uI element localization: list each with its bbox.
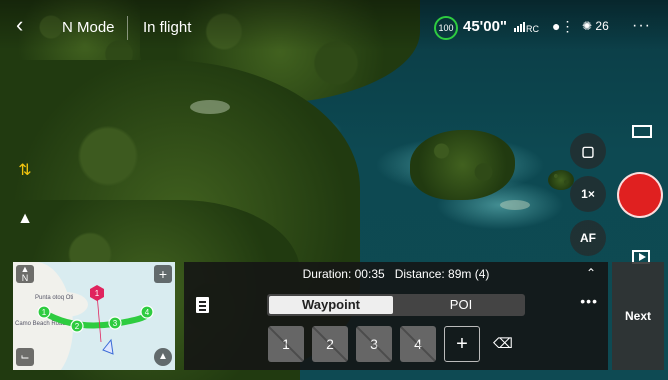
- shoreline: [190, 100, 230, 114]
- vision-sensor-icon[interactable]: ●⋮: [552, 18, 574, 35]
- aircraft-position-icon: [102, 338, 114, 355]
- camera-switch-icon[interactable]: ▢: [570, 133, 606, 169]
- expand-map-icon[interactable]: +: [154, 265, 172, 283]
- back-chevron-icon[interactable]: ‹: [16, 14, 23, 36]
- waypoint-marker-label: 4: [145, 308, 150, 317]
- mission-info: Duration: 00:35 Distance: 89m (4): [184, 267, 608, 281]
- mode-tabs: Waypoint POI: [267, 294, 525, 316]
- waypoint-3-button[interactable]: 3: [356, 326, 392, 362]
- north-indicator-icon[interactable]: ▲ N: [16, 265, 34, 283]
- shoreline: [500, 200, 530, 210]
- rc-signal-label: RC: [526, 24, 539, 34]
- flight-mode[interactable]: N Mode: [62, 19, 115, 36]
- autofocus-button[interactable]: AF: [570, 220, 606, 256]
- waypoint-1-button[interactable]: 1: [268, 326, 304, 362]
- next-button[interactable]: Next: [612, 262, 664, 370]
- record-button[interactable]: [617, 172, 663, 218]
- battery-indicator[interactable]: 100: [434, 16, 458, 40]
- obstacle-avoidance-icon[interactable]: ⇅: [14, 160, 36, 182]
- island: [410, 130, 515, 200]
- delete-waypoint-icon[interactable]: ⌫: [493, 336, 513, 350]
- waypoint-marker-label: 2: [75, 322, 80, 331]
- satellite-count: 26: [595, 19, 609, 33]
- waypoint-2-button[interactable]: 2: [312, 326, 348, 362]
- duration-label: Duration: 00:35: [302, 267, 385, 281]
- zoom-button[interactable]: 1×: [570, 176, 606, 212]
- divider: [127, 16, 128, 40]
- mission-list-icon[interactable]: [196, 297, 209, 313]
- waypoint-marker[interactable]: 4: [140, 305, 154, 319]
- add-waypoint-button[interactable]: +: [444, 326, 480, 362]
- rc-signal[interactable]: RC: [514, 22, 539, 34]
- minimap[interactable]: Punta otoq Oti Camo Beach Road 1 1 2 3 4…: [13, 262, 175, 370]
- flight-status: In flight: [143, 19, 192, 36]
- poi-line: [96, 293, 102, 343]
- tab-poi[interactable]: POI: [397, 294, 525, 316]
- remaining-flight-time: 45'00": [463, 18, 508, 35]
- gps-status[interactable]: ✺ 26: [582, 19, 609, 33]
- north-label: N: [21, 273, 29, 283]
- takeoff-landing-icon[interactable]: ▲: [14, 208, 36, 230]
- waypoint-4-button[interactable]: 4: [400, 326, 436, 362]
- drone-camera-view: ‹ N Mode In flight 100 45'00" RC ●⋮ ✺ 26…: [0, 0, 668, 380]
- signal-bars-icon: [514, 22, 526, 34]
- locate-aircraft-icon[interactable]: ▲: [154, 348, 172, 366]
- more-options-icon[interactable]: •••: [580, 293, 598, 309]
- tab-waypoint[interactable]: Waypoint: [269, 296, 393, 314]
- waypoint-marker-label: 1: [42, 308, 47, 317]
- flight-route: [41, 309, 151, 329]
- waypoint-panel: Duration: 00:35 Distance: 89m (4) ⌃ Wayp…: [184, 262, 608, 370]
- more-options-icon[interactable]: ···: [632, 17, 651, 35]
- collapse-chevron-icon[interactable]: ⌃: [586, 266, 596, 280]
- map-corner-icon[interactable]: ⌙: [16, 348, 34, 366]
- top-status-bar: ‹ N Mode In flight 100 45'00" RC ●⋮ ✺ 26…: [0, 0, 668, 50]
- route-overlay: 1 1 2 3 4: [37, 285, 154, 355]
- waypoint-marker-label: 3: [113, 319, 118, 328]
- waypoint-marker[interactable]: 1: [37, 305, 51, 319]
- satellite-icon: ✺: [582, 19, 593, 33]
- waypoint-marker[interactable]: 3: [108, 316, 122, 330]
- poi-marker-label: 1: [95, 289, 100, 298]
- distance-label: Distance: 89m (4): [394, 267, 490, 281]
- waypoint-marker[interactable]: 2: [70, 319, 84, 333]
- video-mode-icon[interactable]: [632, 125, 652, 138]
